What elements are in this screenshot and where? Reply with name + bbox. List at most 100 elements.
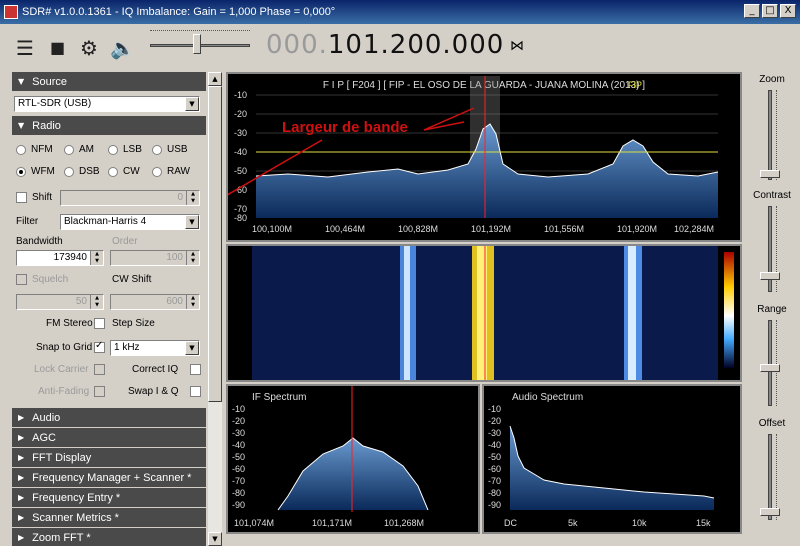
x-tick: 102,284M: [674, 224, 714, 234]
scrollbar-thumb[interactable]: [208, 86, 222, 402]
zoom-label: Zoom: [759, 74, 785, 85]
cw-shift-input[interactable]: 600 ▲ ▼: [110, 294, 200, 310]
mode-cw[interactable]: CW: [108, 166, 140, 177]
left-panel: ▼ Source RTL-SDR (USB) ▼ ▼ Radio NFM AM LSB…: [12, 72, 206, 546]
maximize-button[interactable]: □: [762, 4, 778, 18]
menu-icon[interactable]: ☰: [16, 36, 34, 60]
x-tick: 10k: [632, 518, 647, 528]
section-audio[interactable]: ▶ Audio: [12, 408, 206, 428]
y-tick: -90: [488, 500, 501, 510]
squelch-input[interactable]: 50 ▲ ▼: [16, 294, 104, 310]
audio-spectrum-title: Audio Spectrum: [512, 392, 583, 403]
shift-checkbox[interactable]: [16, 192, 27, 203]
y-tick: -40: [488, 440, 501, 450]
audio-spectrum-panel[interactable]: Audio Spectrum -10 -20 -30 -40 -50 -60 -…: [482, 384, 742, 534]
audio-spectrum-svg: Audio Spectrum -10 -20 -30 -40 -50 -60 -…: [488, 392, 715, 528]
if-spectrum-svg: IF Spectrum -10 -20 -30 -40 -50 -60 -70 …: [232, 386, 454, 528]
section-agc[interactable]: ▶ AGC: [12, 428, 206, 448]
step-size-select[interactable]: 1 kHz ▼: [110, 340, 200, 356]
collapse-icon: ▼: [18, 121, 25, 130]
chevron-down-icon: ▼: [185, 215, 199, 229]
y-tick: -70: [488, 476, 501, 486]
mode-raw[interactable]: RAW: [152, 166, 190, 177]
y-tick: -50: [234, 166, 247, 176]
mode-am[interactable]: AM: [64, 144, 94, 155]
stop-icon[interactable]: ■: [50, 36, 65, 60]
snap-to-grid-label: Snap to Grid: [36, 342, 93, 353]
cw-shift-label: CW Shift: [112, 274, 152, 285]
volume-slider-thumb[interactable]: [193, 34, 201, 54]
frequency-display[interactable]: 000.101.200.000: [266, 30, 504, 60]
squelch-label: Squelch: [32, 274, 69, 285]
expand-icon: ▶: [18, 513, 25, 522]
y-tick: -80: [232, 488, 245, 498]
x-tick: 100,100M: [252, 224, 292, 234]
section-frequency-entry[interactable]: ▶ Frequency Entry *: [12, 488, 206, 508]
swap-iq-label: Swap I & Q: [128, 386, 179, 397]
section-frequency-manager[interactable]: ▶ Frequency Manager + Scanner *: [12, 468, 206, 488]
spectrum-panel[interactable]: F I P [ F204 ] [ FIP - EL OSO DE LA GUAR…: [107, 72, 742, 265]
spectrum-svg: F I P [ F204 ] [ FIP - EL OSO DE LA GUAR…: [107, 76, 719, 265]
x-tick: 101,192M: [471, 224, 511, 234]
close-button[interactable]: X: [780, 4, 796, 18]
filter-label: Filter: [16, 216, 39, 227]
section-fft-display[interactable]: ▶ FFT Display: [12, 448, 206, 468]
correct-iq-checkbox[interactable]: [190, 364, 201, 375]
left-panel-scrollbar[interactable]: ▲ ▼: [208, 72, 222, 546]
mode-nfm[interactable]: NFM: [16, 144, 53, 155]
filter-select[interactable]: Blackman-Harris 4 ▼: [60, 214, 200, 230]
zoom-slider-thumb[interactable]: [760, 170, 780, 178]
mode-wfm[interactable]: WFM: [16, 166, 55, 177]
lock-carrier-checkbox[interactable]: [94, 364, 105, 375]
section-scanner-metrics[interactable]: ▶ Scanner Metrics *: [12, 508, 206, 528]
offset-slider-thumb[interactable]: [760, 508, 780, 516]
fm-stereo-checkbox[interactable]: [94, 318, 105, 329]
y-tick: -60: [488, 464, 501, 474]
range-slider-thumb[interactable]: [760, 364, 780, 372]
source-select[interactable]: RTL-SDR (USB) ▼: [14, 96, 200, 112]
bandwidth-label: Bandwidth: [16, 236, 63, 247]
swap-icon[interactable]: ⋈: [510, 38, 524, 54]
order-label: Order: [112, 236, 138, 247]
y-tick: -10: [488, 404, 501, 414]
shift-label: Shift: [32, 192, 53, 203]
speaker-icon[interactable]: 🔈: [110, 36, 135, 60]
snap-to-grid-checkbox[interactable]: [94, 340, 105, 353]
y-tick: -50: [232, 452, 245, 462]
contrast-slider-thumb[interactable]: [760, 272, 780, 280]
expand-icon: ▶: [18, 453, 25, 462]
section-source[interactable]: ▼ Source: [12, 72, 206, 92]
spectrum-y-axis: -10 -20 -30 -40 -50 -60 -70 -80: [234, 90, 247, 223]
offset-label: Offset: [758, 418, 786, 429]
y-tick: -90: [232, 500, 245, 510]
mode-dsb[interactable]: DSB: [64, 166, 100, 177]
if-spectrum-panel[interactable]: IF Spectrum -10 -20 -30 -40 -50 -60 -70 …: [226, 384, 480, 534]
mode-usb[interactable]: USB: [152, 144, 188, 155]
annotation-arrow: [423, 121, 465, 131]
mode-lsb[interactable]: LSB: [108, 144, 142, 155]
section-zoom-fft[interactable]: ▶ Zoom FFT *: [12, 528, 206, 546]
bandwidth-input[interactable]: 173940 ▲ ▼: [16, 250, 104, 266]
expand-icon: ▶: [18, 413, 25, 422]
anti-fading-checkbox[interactable]: [94, 386, 105, 397]
waterfall-svg: [252, 246, 734, 380]
scroll-up-icon: ▲: [208, 72, 222, 86]
shift-input[interactable]: 0 ▲ ▼: [60, 190, 200, 206]
expand-icon: ▶: [18, 493, 25, 502]
x-tick: DC: [504, 518, 517, 528]
waterfall-panel[interactable]: [226, 244, 742, 382]
y-tick: -50: [488, 452, 501, 462]
squelch-checkbox[interactable]: [16, 274, 27, 285]
minimize-button[interactable]: _: [744, 4, 760, 18]
section-radio[interactable]: ▼ Radio: [12, 116, 206, 136]
annotation-arrow: [423, 107, 475, 131]
order-input[interactable]: 100 ▲ ▼: [110, 250, 200, 266]
x-tick: 100,828M: [398, 224, 438, 234]
correct-iq-label: Correct IQ: [132, 364, 179, 375]
zoom-slider[interactable]: [768, 90, 772, 180]
range-slider[interactable]: [768, 320, 772, 406]
gear-icon[interactable]: ⚙: [80, 36, 98, 60]
x-tick: 101,556M: [544, 224, 584, 234]
anti-fading-label: Anti-Fading: [38, 386, 90, 397]
swap-iq-checkbox[interactable]: [190, 386, 201, 397]
